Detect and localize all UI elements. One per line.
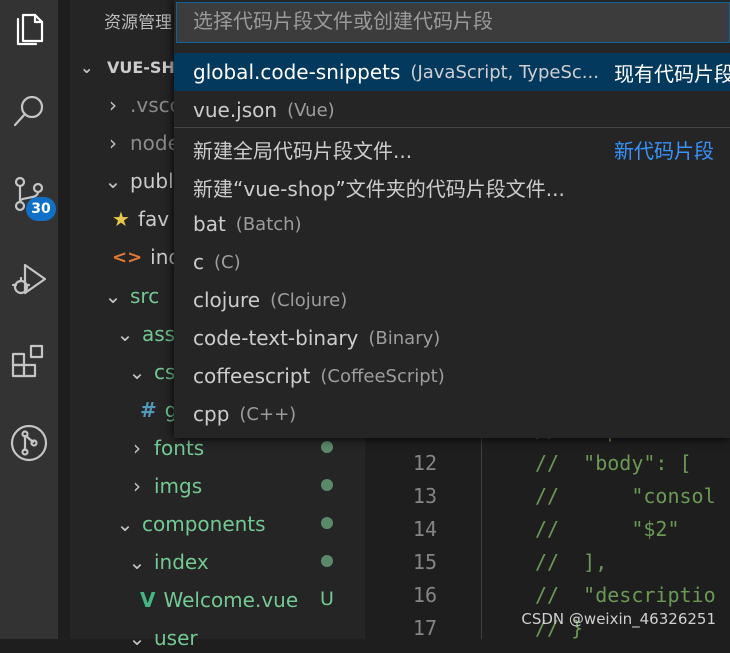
quick-pick-item-c[interactable]: c (C)	[174, 243, 730, 281]
code-line: // ],	[535, 550, 608, 574]
quick-pick-item-global-snippets[interactable]: global.code-snippets (JavaScript, TypeSc…	[174, 53, 730, 91]
code-line: // "descriptio	[535, 583, 716, 607]
css-hash-icon: #	[140, 398, 157, 422]
quick-pick-item-vue-json[interactable]: vue.json (Vue)	[174, 91, 730, 129]
quick-pick-item-coffeescript[interactable]: coffeescript (CoffeeScript)	[174, 357, 730, 395]
line-number: 17	[412, 616, 437, 640]
chevron-down-icon: ⌄	[104, 169, 122, 193]
line-number: 12	[412, 451, 437, 475]
code-line: // "consol	[535, 484, 716, 508]
quick-pick-item-new-global-snippets[interactable]: 新建全局代码片段文件... 新代码片段	[174, 130, 730, 168]
line-number: 13	[412, 484, 437, 508]
quick-pick-item-code-text-binary[interactable]: code-text-binary (Binary)	[174, 319, 730, 357]
git-status-dot	[321, 517, 333, 529]
workspace-name: VUE-SH	[106, 58, 175, 77]
chevron-right-icon: ›	[109, 131, 117, 155]
quick-pick-item-bat[interactable]: bat (Batch)	[174, 205, 730, 243]
workspace-section-header[interactable]: ⌄ VUE-SH	[80, 58, 175, 77]
git-untracked-badge: U	[320, 588, 334, 610]
line-number: 14	[412, 517, 437, 541]
indent-guide	[481, 420, 482, 639]
chevron-down-icon: ⌄	[116, 512, 134, 536]
git-status-dot	[321, 441, 333, 453]
chevron-down-icon: ⌄	[116, 322, 134, 346]
explorer-title: 资源管理	[104, 13, 172, 33]
quick-pick-item-new-folder-snippets[interactable]: 新建“vue-shop”文件夹的代码片段文件...	[174, 168, 730, 206]
chevron-down-icon: ⌄	[128, 360, 146, 384]
quick-pick-input[interactable]	[177, 3, 729, 42]
extensions-icon[interactable]	[6, 338, 52, 384]
git-status-dot	[321, 479, 333, 491]
watermark: CSDN @weixin_46326251	[521, 610, 716, 628]
chevron-right-icon: ›	[133, 436, 141, 460]
line-number: 15	[412, 550, 437, 574]
search-icon[interactable]	[6, 88, 52, 134]
html-file-icon: <>	[112, 246, 143, 268]
code-line: // "$2"	[535, 517, 680, 541]
chevron-right-icon: ›	[109, 93, 117, 117]
chevron-right-icon: ›	[133, 474, 141, 498]
git-graph-icon[interactable]	[6, 420, 52, 466]
chevron-down-icon: ⌄	[128, 550, 146, 574]
chevron-down-icon: ⌄	[104, 284, 122, 308]
git-status-dot	[321, 555, 333, 567]
star-icon: ★	[112, 207, 130, 231]
run-debug-icon[interactable]	[6, 256, 52, 302]
quick-pick-item-clojure[interactable]: clojure (Clojure)	[174, 281, 730, 319]
source-control-badge: 30	[26, 197, 56, 221]
code-line: // "body": [	[535, 451, 692, 475]
quick-pick-separator	[174, 127, 730, 128]
quick-pick-input-box	[176, 2, 730, 43]
quick-pick-item-cpp[interactable]: cpp (C++)	[174, 395, 730, 433]
line-number: 16	[412, 583, 437, 607]
snippet-quick-pick: global.code-snippets (JavaScript, TypeSc…	[174, 0, 730, 438]
tree-item-components[interactable]: ⌄ components	[70, 509, 411, 539]
activity-bar: 30	[0, 0, 58, 639]
files-icon[interactable]	[6, 4, 52, 50]
chevron-down-icon: ⌄	[80, 58, 94, 77]
vue-file-icon: V	[140, 588, 156, 612]
chevron-down-icon: ⌄	[128, 626, 146, 650]
